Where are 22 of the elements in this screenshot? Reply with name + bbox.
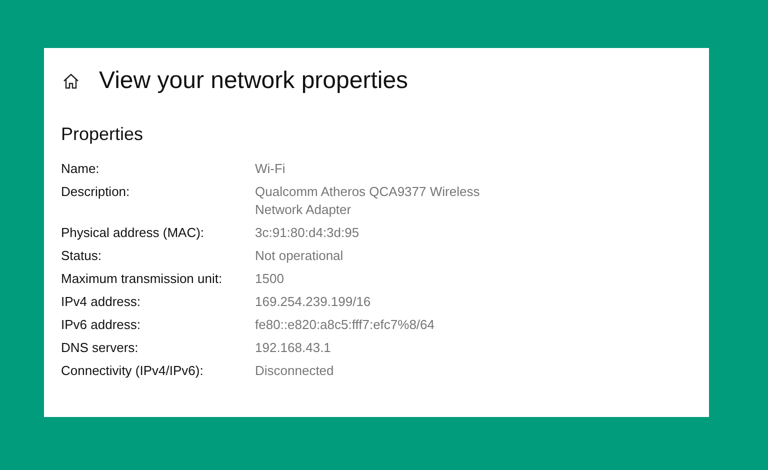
property-value: 192.168.43.1 <box>255 339 331 357</box>
property-value: Qualcomm Atheros QCA9377 Wireless Network Adapter <box>255 183 481 219</box>
property-value: 169.254.239.199/16 <box>255 293 371 311</box>
property-label: Description: <box>61 183 131 201</box>
property-value: Disconnected <box>255 362 334 380</box>
property-value: Wi-Fi <box>255 160 286 178</box>
property-label: Name: <box>61 160 100 178</box>
property-label: Maximum transmission unit: <box>61 270 224 288</box>
home-icon <box>63 73 79 89</box>
home-button[interactable] <box>61 71 81 91</box>
property-label: IPv4 address: <box>61 293 142 311</box>
property-value: Not operational <box>255 247 344 265</box>
section-title: Properties <box>61 123 144 146</box>
property-label: Physical address (MAC): <box>61 224 206 242</box>
property-label: Status: <box>61 247 102 265</box>
property-value: fe80::e820:a8c5:fff7:efc7%8/64 <box>255 316 434 334</box>
property-value: 1500 <box>255 270 284 288</box>
property-value: 3c:91:80:d4:3d:95 <box>255 224 360 242</box>
page-title: View your network properties <box>99 66 408 96</box>
property-label: Connectivity (IPv4/IPv6): <box>61 362 204 380</box>
property-label: IPv6 address: <box>61 316 142 334</box>
property-label: DNS servers: <box>61 339 140 357</box>
